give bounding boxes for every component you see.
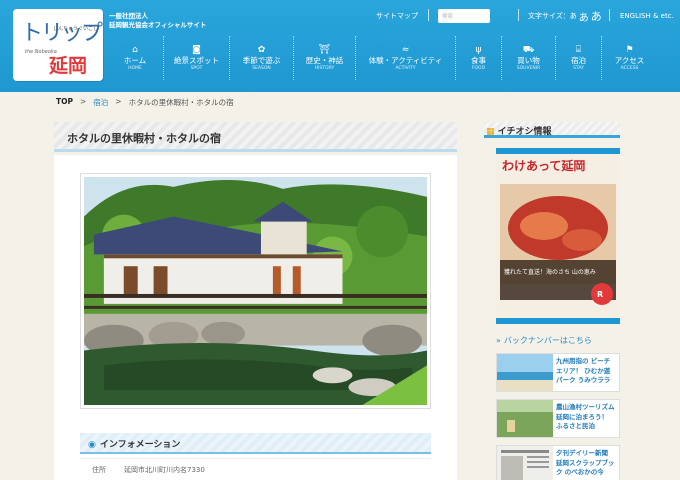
camera-icon: ◙ (192, 44, 201, 55)
info-dot-icon: ◉ (88, 440, 96, 450)
magazine-cover-link[interactable]: わけあって延岡 獲れたて直送！海のさち 山の恵み R (496, 148, 620, 324)
bed-icon: ⌸ (575, 44, 582, 55)
breadcrumb-separator: > (80, 97, 87, 106)
magazine-title: わけあって延岡 (502, 158, 585, 173)
backnumber-link[interactable]: » バックナンバーはこちら (496, 335, 592, 346)
nav-access[interactable]: ⚑ アクセス ACCESS (601, 36, 657, 80)
sidebar-title: ▦ イチオシ情報 (484, 122, 620, 138)
nav-label: 体験・アクティビティ (368, 55, 443, 65)
nav-history[interactable]: ⛩ 歴史・神話 HISTORY (293, 36, 355, 80)
info-row-address: 住所 延岡市北川町川内名7330 (80, 458, 431, 480)
nav-sublabel: ACTIVITY (395, 65, 416, 71)
newspaper-thumbnail (497, 446, 553, 480)
nav-sublabel: ACCESS (620, 65, 639, 71)
feature-card-title: 夕刊デイリー新聞 延岡スクラップブック のべおかの今 (556, 449, 615, 476)
information-heading: ◉ インフォメーション (80, 433, 431, 454)
feature-card-title: 農山漁村ツーリズム 延岡に泊まろう！ ふるさと民泊 (556, 403, 615, 430)
font-size-large-button[interactable]: あ (591, 8, 602, 24)
font-size-small-button[interactable]: あ (570, 11, 577, 21)
divider (518, 9, 519, 21)
nav-label: 季節で遊ぶ (242, 55, 281, 65)
backnumber-text: バックナンバーはこちら (503, 336, 592, 345)
nav-sublabel: SPOT (190, 65, 203, 71)
facility-photo (80, 173, 431, 409)
nav-sublabel: HOME (128, 65, 142, 71)
logo-small-text: しんちゅうぐいごし (53, 26, 99, 32)
nav-sublabel: SOUVENIR (516, 65, 541, 71)
nav-label: ホーム (123, 55, 147, 65)
nav-label: 歴史・神話 (305, 55, 344, 65)
breadcrumb-separator: > (115, 97, 122, 106)
feature-card[interactable]: 九州屈指の ビーチエリア！ ひむか遊パーク うみウララ (496, 353, 620, 392)
breadcrumb-current: ホタルの里休暇村・ホタルの宿 (128, 98, 234, 107)
divider (428, 9, 429, 21)
nav-label: 買い物 (517, 55, 540, 65)
nav-season[interactable]: ✿ 季節で遊ぶ SEASON (229, 36, 293, 80)
address-value: 延岡市北川町川内名7330 (124, 465, 205, 474)
site-header: トリップ しんちゅうぐいごし the Nobeoka 延岡 一般社団法人 延岡観… (0, 0, 680, 92)
org-line-2: 延岡観光協会オフィシャルサイト (109, 21, 207, 29)
nav-sublabel: FOOD (471, 65, 486, 71)
beach-thumbnail (497, 354, 553, 391)
swimmer-icon: ≈ (401, 44, 410, 55)
site-logo[interactable]: トリップ しんちゅうぐいごし the Nobeoka 延岡 (13, 9, 103, 81)
feature-card-title: 九州屈指の ビーチエリア！ ひむか遊パーク うみウララ (556, 357, 611, 384)
nav-souvenir[interactable]: ⛟ 買い物 SOUVENIR (501, 36, 555, 80)
breadcrumb-stay-link[interactable]: 宿泊 (93, 97, 108, 108)
feature-card[interactable]: 夕刊デイリー新聞 延岡スクラップブック のべおかの今 (496, 445, 620, 480)
grid-icon: ▦ (486, 127, 495, 137)
double-chevron-right-icon: » (496, 336, 501, 345)
nav-sublabel: HISTORY (314, 65, 335, 71)
map-pin-icon: ⚑ (625, 44, 634, 55)
address-label: 住所 (92, 465, 106, 474)
nav-label: 宿泊 (571, 55, 586, 65)
nav-sublabel: SEASON (252, 65, 271, 71)
sitemap-link[interactable]: サイトマップ (376, 9, 418, 23)
information-heading-text: インフォメーション (99, 440, 181, 450)
font-size-medium-button[interactable]: あ (579, 9, 589, 24)
cart-icon: ⛟ (522, 44, 535, 55)
lodge-pond-image (84, 177, 427, 405)
page-title: ホタルの里休暇村・ホタルの宿 (54, 122, 457, 152)
home-icon: ⌂ (132, 44, 138, 55)
font-size-label: 文字サイズ： (528, 12, 570, 20)
search-input[interactable]: 検索 (438, 9, 490, 23)
nav-food[interactable]: ψ 食事 FOOD (455, 36, 501, 80)
font-size-control: 文字サイズ： あ あ あ (528, 8, 602, 24)
main-nav: ⌂ ホーム HOME ◙ 絶景スポット SPOT ✿ 季節で遊ぶ SEASON … (107, 36, 667, 80)
nav-label: 絶景スポット (174, 55, 219, 65)
nav-spot[interactable]: ◙ 絶景スポット SPOT (163, 36, 229, 80)
torii-icon: ⛩ (318, 44, 331, 55)
feature-card[interactable]: 農山漁村ツーリズム 延岡に泊まろう！ ふるさと民泊 (496, 399, 620, 438)
magazine-caption: 獲れたて直送！海のさち 山の恵み (504, 268, 596, 276)
english-link[interactable]: ENGLISH & etc. (620, 9, 674, 23)
rice-field-thumbnail (497, 400, 553, 437)
divider (609, 9, 610, 21)
nav-sublabel: STAY (573, 65, 584, 71)
nav-label: 食事 (471, 55, 486, 65)
nav-home[interactable]: ⌂ ホーム HOME (107, 36, 163, 80)
nav-stay[interactable]: ⌸ 宿泊 STAY (555, 36, 601, 80)
fork-knife-icon: ψ (475, 44, 482, 55)
breadcrumb: TOP > 宿泊 > ホタルの里休暇村・ホタルの宿 (56, 97, 234, 108)
logo-main-text: 延岡 (49, 55, 88, 77)
magazine-badge: R (597, 290, 603, 299)
breadcrumb-top-link[interactable]: TOP (56, 97, 73, 108)
nav-activity[interactable]: ≈ 体験・アクティビティ ACTIVITY (355, 36, 455, 80)
nav-label: アクセス (614, 55, 645, 65)
flower-icon: ✿ (257, 44, 266, 55)
sidebar-title-text: イチオシ情報 (497, 127, 552, 137)
